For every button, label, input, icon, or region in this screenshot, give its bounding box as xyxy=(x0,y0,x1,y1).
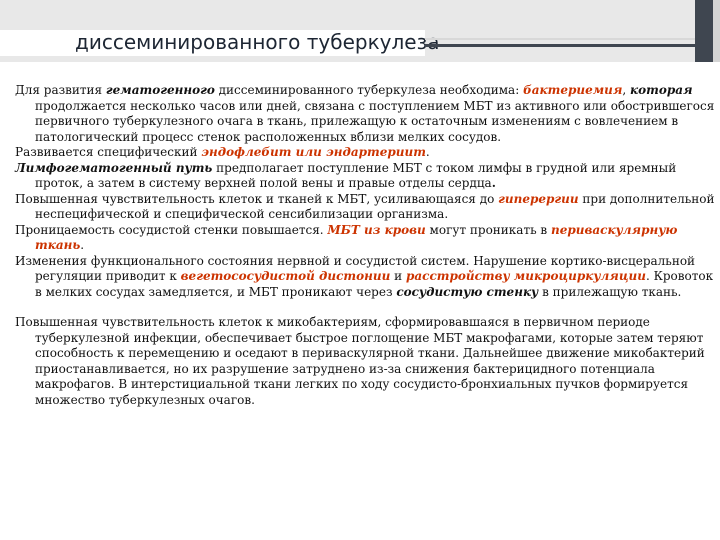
text-run: Развивается специфический xyxy=(15,145,202,159)
title-rule-dark xyxy=(425,44,695,47)
emphasized-text: Лимфогематогенный путь xyxy=(15,160,213,175)
text-run: Повышенная чувствительность клеток к мик… xyxy=(15,315,705,407)
text-run: . xyxy=(425,145,430,159)
text-run: Для развития xyxy=(15,83,106,97)
highlighted-term: расстройству микроциркуляции xyxy=(405,269,646,283)
text-run: . xyxy=(80,238,85,252)
highlighted-term: МБТ из крови xyxy=(327,222,426,237)
text-run: продолжается несколько часов или дней, с… xyxy=(35,98,715,144)
highlighted-term: эндофлебит или эндартериит xyxy=(201,145,426,159)
emphasized-text: гематогенного xyxy=(105,83,215,97)
title-rule-light xyxy=(425,38,695,40)
slide-title: диссеминированного туберкулеза xyxy=(75,30,440,54)
emphasized-text: которая xyxy=(630,83,693,97)
text-run: в прилежащую ткань. xyxy=(538,284,682,299)
corner-decor-dark xyxy=(695,0,713,62)
text-run: Повышенная чувствительность клеток и тка… xyxy=(15,191,499,206)
text-run: Проницаемость сосудистой стенки повышает… xyxy=(15,222,328,237)
slide-body: Для развития гематогенного диссеминирова… xyxy=(15,83,715,408)
paragraph: Развивается специфический эндофлебит или… xyxy=(15,145,715,161)
text-run: , xyxy=(622,83,631,97)
highlighted-term: гиперергии xyxy=(498,191,579,206)
paragraph: Повышенная чувствительность клеток и тка… xyxy=(15,192,715,223)
paragraph: Повышенная чувствительность клеток к мик… xyxy=(15,315,715,408)
paragraph: Для развития гематогенного диссеминирова… xyxy=(15,83,715,145)
highlighted-term: бактериемия xyxy=(523,83,623,97)
corner-decor-light xyxy=(713,0,720,62)
text-run: и xyxy=(390,269,406,283)
emphasized-text: сосудистую стенку xyxy=(396,284,539,299)
text-run: диссеминированного туберкулеза необходим… xyxy=(214,83,524,97)
paragraph: Лимфогематогенный путь предполагает пост… xyxy=(15,161,715,192)
text-run: могут проникать в xyxy=(425,222,552,237)
paragraph: Изменения функционального состояния нерв… xyxy=(15,254,715,301)
emphasized-text: . xyxy=(491,176,496,190)
highlighted-term: вегетососудистой дистонии xyxy=(180,269,391,283)
paragraph: Проницаемость сосудистой стенки повышает… xyxy=(15,223,715,254)
